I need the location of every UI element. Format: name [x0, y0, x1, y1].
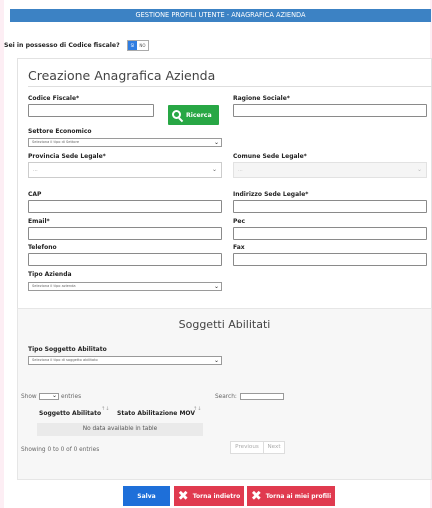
pec-input[interactable]: [233, 227, 427, 240]
tipo-azienda-selected: Seleziona il tipo azienda: [32, 284, 76, 288]
torna-indietro-label: Torna indietro: [192, 492, 241, 500]
chevron-down-icon: ⌄: [416, 166, 422, 173]
ragione-sociale-label: Ragione Sociale*: [233, 95, 290, 102]
cap-input[interactable]: [28, 200, 222, 213]
entries-label: entries: [61, 394, 82, 400]
indirizzo-input[interactable]: [233, 200, 427, 213]
anagrafica-panel: [17, 58, 432, 308]
codice-fiscale-label: Codice Fiscale*: [28, 95, 80, 102]
settore-select[interactable]: Seleziona il tipo di Settore ⌄: [28, 138, 222, 147]
codice-fiscale-input[interactable]: [28, 104, 154, 117]
soggetti-title: Soggetti Abilitati: [178, 318, 271, 331]
show-label: Show: [21, 394, 37, 400]
close-icon: ✖: [177, 488, 189, 504]
provincia-selected: ...: [33, 167, 38, 173]
telefono-input[interactable]: [28, 253, 222, 266]
pec-label: Pec: [233, 218, 246, 225]
telefono-label: Telefono: [28, 244, 57, 251]
cf-question-label: Sei in possesso di Codice fiscale?: [4, 42, 120, 49]
table-info: Showing 0 to 0 of 0 entries: [21, 447, 100, 453]
form-title: Creazione Anagrafica Azienda: [28, 68, 216, 83]
close-icon: ✖: [250, 488, 262, 504]
sort-icon[interactable]: ↑↓: [193, 406, 201, 412]
ricerca-label: Ricerca: [186, 111, 212, 119]
torna-indietro-button[interactable]: ✖ Torna indietro: [174, 486, 244, 506]
settore-label: Settore Economico: [28, 128, 92, 135]
cf-toggle-no[interactable]: NO: [137, 41, 148, 50]
comune-label: Comune Sede Legale*: [233, 153, 307, 160]
chevron-down-icon: ⌄: [51, 392, 57, 399]
chevron-down-icon: ⌄: [213, 283, 219, 290]
tipo-soggetto-select[interactable]: Seleziona il tipo di soggetto abilitato …: [28, 356, 222, 365]
chevron-down-icon: ⌄: [211, 166, 217, 173]
tipo-azienda-select[interactable]: Seleziona il tipo azienda ⌄: [28, 282, 222, 291]
sort-icon[interactable]: ↑↓: [101, 406, 109, 412]
next-button[interactable]: Next: [263, 441, 285, 454]
table-empty-row: No data available in table: [37, 423, 203, 436]
cap-label: CAP: [28, 191, 42, 198]
comune-selected: ...: [238, 167, 243, 173]
ragione-sociale-input[interactable]: [233, 104, 427, 117]
search-icon: [172, 109, 184, 122]
column-header-soggetto[interactable]: Soggetto Abilitato: [39, 410, 101, 417]
fax-input[interactable]: [233, 253, 427, 266]
salva-label: Salva: [137, 492, 156, 500]
salva-button[interactable]: Salva: [123, 486, 170, 506]
torna-profili-button[interactable]: ✖ Torna ai miei profili: [247, 486, 335, 506]
torna-profili-label: Torna ai miei profili: [265, 492, 332, 500]
cf-toggle[interactable]: SI NO: [127, 40, 149, 51]
table-search-input[interactable]: [240, 393, 284, 400]
provincia-select[interactable]: ... ⌄: [28, 162, 222, 178]
title-divider: [28, 86, 432, 87]
indirizzo-label: Indirizzo Sede Legale*: [233, 191, 309, 198]
chevron-down-icon: ⌄: [213, 357, 219, 364]
search-label: Search:: [215, 394, 237, 400]
entries-length-select[interactable]: ⌄: [39, 392, 59, 400]
provincia-label: Provincia Sede Legale*: [28, 153, 106, 160]
tipo-soggetto-label: Tipo Soggetto Abilitato: [28, 346, 107, 353]
ricerca-button[interactable]: Ricerca: [168, 105, 219, 125]
tipo-soggetto-selected: Seleziona il tipo di soggetto abilitato: [32, 358, 98, 362]
email-label: Email*: [28, 218, 50, 225]
previous-button[interactable]: Previous: [230, 441, 264, 454]
page-header: GESTIONE PROFILI UTENTE - ANAGRAFICA AZI…: [10, 9, 431, 22]
email-field[interactable]: [28, 227, 222, 240]
comune-select[interactable]: ... ⌄: [233, 162, 427, 178]
settore-selected: Seleziona il tipo di Settore: [32, 140, 80, 144]
chevron-down-icon: ⌄: [213, 139, 219, 146]
tipo-azienda-label: Tipo Azienda: [28, 271, 72, 278]
column-header-stato[interactable]: Stato Abilitazione MOV: [117, 410, 195, 417]
fax-label: Fax: [233, 244, 245, 251]
cf-toggle-yes[interactable]: SI: [128, 41, 137, 50]
